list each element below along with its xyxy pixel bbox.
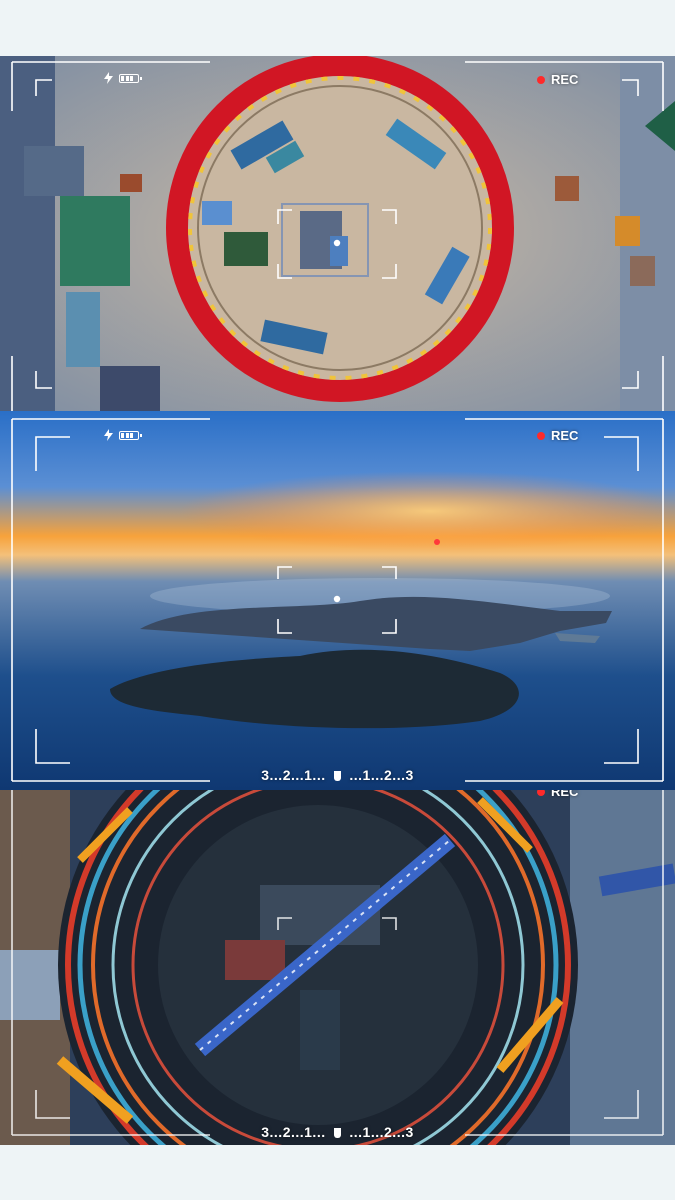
rec-label: REC [551, 72, 579, 87]
viewfinder-frame [11, 418, 664, 782]
island-sunset-panel: REC 3...2...1... ...1...2...3 [0, 411, 675, 790]
countdown-right: ...1...2...3 [349, 1124, 414, 1140]
countdown-right: ...1...2...3 [349, 767, 414, 783]
countdown-left: 3...2...1... [261, 1124, 326, 1140]
focus-center-dot [333, 595, 341, 603]
lightning-icon [104, 429, 113, 441]
viewfinder-overlay: REC 3...2...1... ...1...2...3 [0, 790, 675, 1145]
viewfinder-frame [11, 790, 664, 1136]
rec-dot [537, 75, 545, 84]
status-indicators [104, 429, 142, 441]
battery-icon [119, 430, 142, 440]
rec-indicator: REC [537, 790, 578, 799]
microphone-icon [334, 771, 341, 781]
lightning-icon [104, 72, 113, 84]
construction-site-panel: REC [0, 56, 675, 411]
rec-label: REC [551, 790, 579, 799]
microphone-icon [334, 1128, 341, 1138]
rec-dot [537, 790, 545, 796]
countdown-left: 3...2...1... [261, 767, 326, 783]
viewfinder-overlay: REC 3...2...1... ...1...2...3 [0, 411, 675, 790]
rec-label: REC [551, 428, 579, 443]
countdown-readout: 3...2...1... ...1...2...3 [0, 767, 675, 783]
rec-dot [537, 431, 545, 440]
reactor-dome-panel: REC 3...2...1... ...1...2...3 [0, 790, 675, 1145]
battery-icon [119, 73, 142, 83]
rec-indicator: REC [537, 72, 578, 87]
countdown-readout: 3...2...1... ...1...2...3 [0, 1124, 675, 1140]
rec-indicator: REC [537, 428, 578, 443]
status-indicators [104, 72, 142, 84]
viewfinder-frame [11, 61, 664, 411]
viewfinder-overlay: REC [0, 56, 675, 411]
focus-center-dot [333, 239, 341, 247]
